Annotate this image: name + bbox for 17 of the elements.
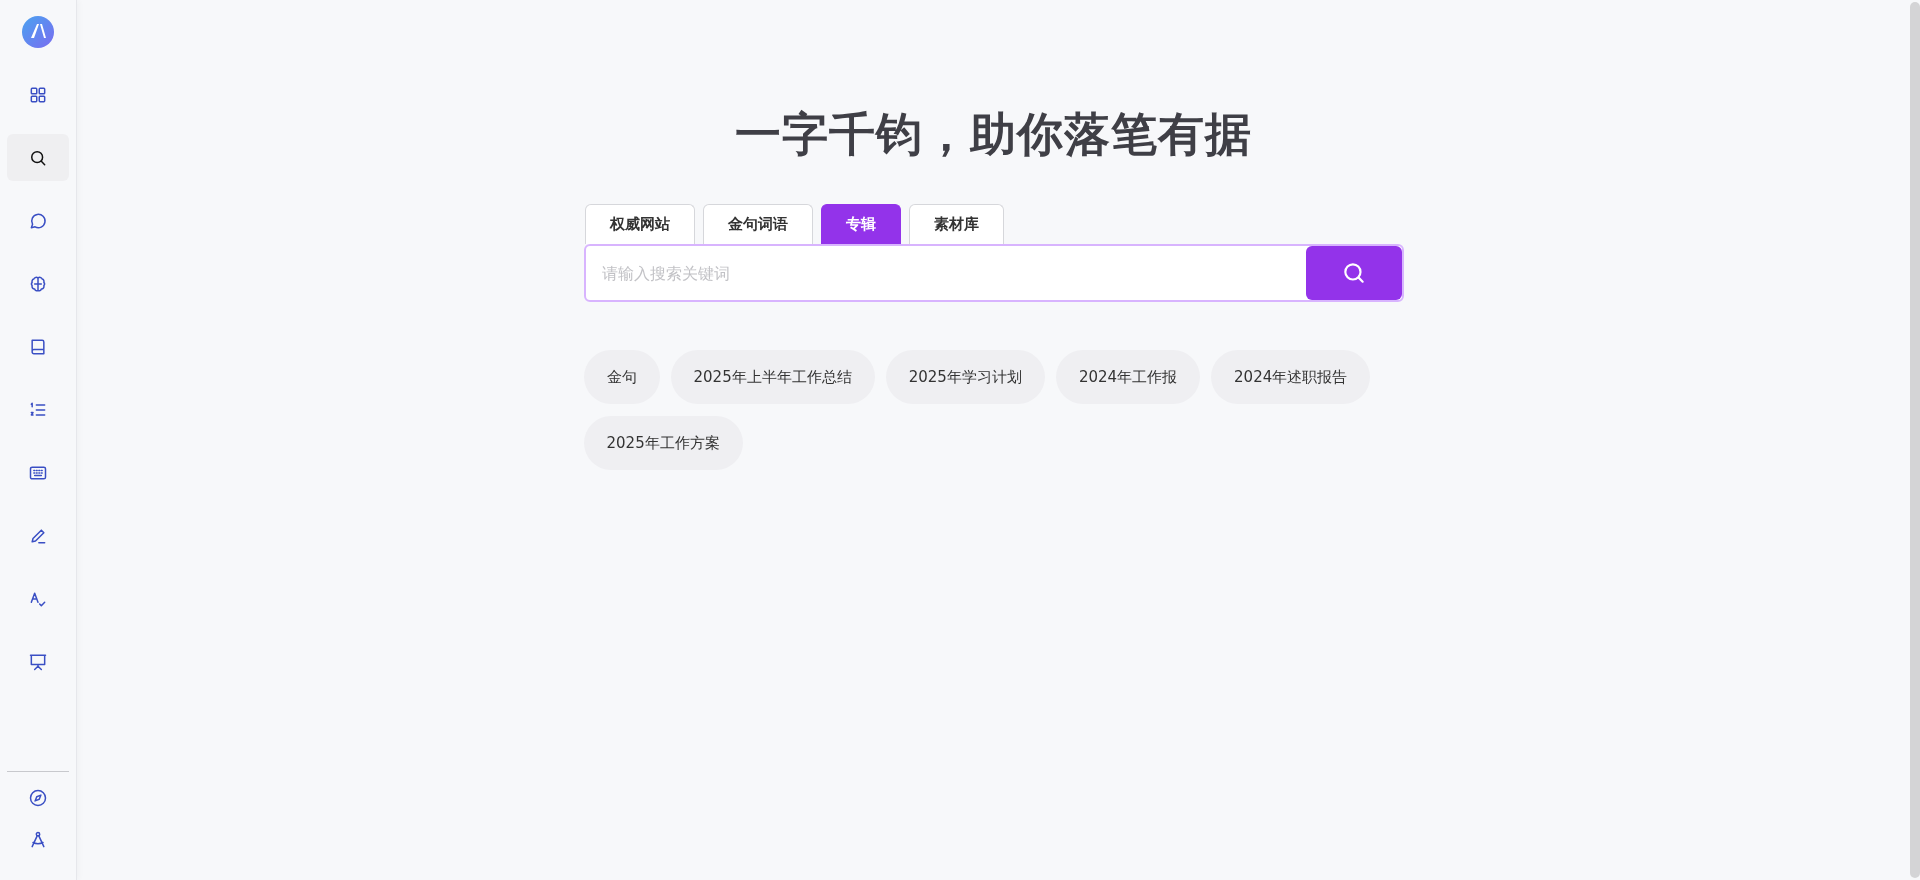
drafting-compass-icon xyxy=(28,830,48,850)
sidebar-item[interactable] xyxy=(7,134,69,181)
tab[interactable]: 金句词语 xyxy=(702,204,813,244)
tab[interactable]: 素材库 xyxy=(908,204,1004,244)
suggestion-chip[interactable]: 2025年学习计划 xyxy=(885,350,1045,404)
compass-icon xyxy=(28,788,48,808)
scrollbar[interactable] xyxy=(1910,2,1920,878)
tab[interactable]: 权威网站 xyxy=(584,204,695,244)
suggestion-chip[interactable]: 2024年述职报告 xyxy=(1211,350,1371,404)
suggestion-chip[interactable]: 2025年工作方案 xyxy=(583,416,743,470)
suggestion-chip[interactable]: 2024年工作报 xyxy=(1055,350,1201,404)
logo-icon[interactable] xyxy=(22,16,54,48)
suggestion-chip[interactable]: 2025年上半年工作总结 xyxy=(670,350,875,404)
search-button[interactable] xyxy=(1305,246,1402,300)
suggestion-chip[interactable]: 金句 xyxy=(583,350,660,404)
tab[interactable]: 专辑 xyxy=(820,204,901,244)
page-heading: 一字千钧，助你落笔有据 xyxy=(735,106,1252,163)
